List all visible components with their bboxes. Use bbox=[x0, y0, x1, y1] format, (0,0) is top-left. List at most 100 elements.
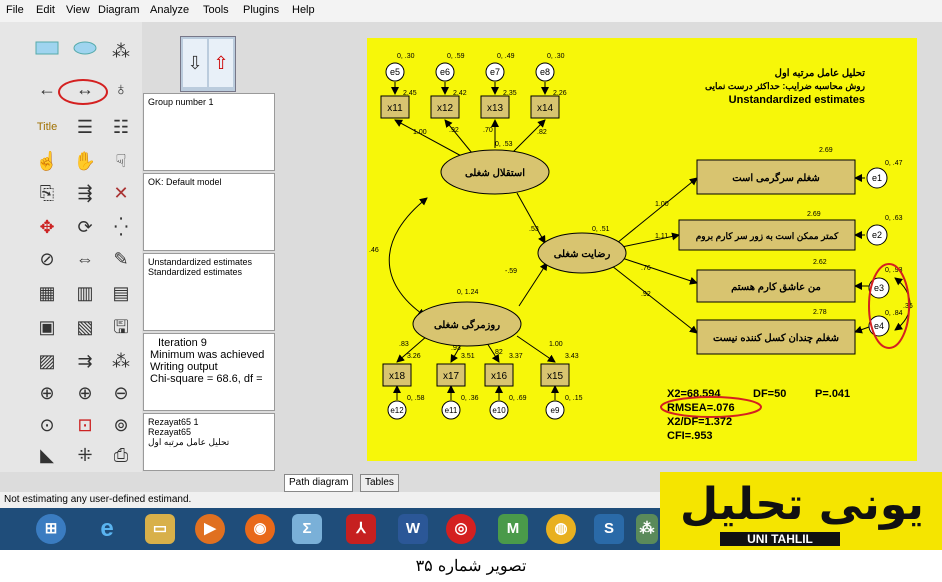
groups-panel[interactable]: Group number 1 bbox=[143, 93, 275, 171]
ie-icon[interactable]: e bbox=[92, 514, 122, 544]
unstandardized-item[interactable]: Unstandardized estimates bbox=[148, 257, 270, 267]
pdf-icon[interactable]: ⅄ bbox=[346, 514, 376, 544]
file-item[interactable]: Rezayat65 bbox=[148, 427, 270, 437]
menu-edit[interactable]: Edit bbox=[36, 4, 55, 16]
menu-tools[interactable]: Tools bbox=[203, 4, 229, 16]
diagram-title-2: روش محاسبه ضرایب: حداکثر درست نمایی bbox=[705, 81, 865, 92]
chrome-icon[interactable]: ◍ bbox=[546, 514, 576, 544]
group-item[interactable]: Group number 1 bbox=[148, 97, 270, 107]
models-panel[interactable]: OK: Default model bbox=[143, 173, 275, 251]
item-r4[interactable]: شغلم چندان کسل کننده نیست bbox=[713, 333, 839, 344]
data-files-icon[interactable]: ▦ bbox=[32, 278, 62, 308]
tab-path-diagram[interactable]: Path diagram bbox=[284, 474, 354, 492]
intercept: 2.42 bbox=[453, 90, 467, 97]
copy-clipboard-icon[interactable]: ▣ bbox=[32, 312, 62, 342]
word-icon[interactable]: W bbox=[398, 514, 428, 544]
item-r2[interactable]: کمتر ممکن است به زور سر کارم بروم bbox=[696, 231, 839, 242]
standardized-item[interactable]: Standardized estimates bbox=[148, 267, 270, 277]
latent-f3[interactable]: رضایت شغلی bbox=[554, 249, 611, 260]
folder-icon[interactable]: ▭ bbox=[145, 514, 175, 544]
menu-analyze[interactable]: Analyze bbox=[150, 4, 189, 16]
erase-icon[interactable]: ✕ bbox=[106, 178, 136, 208]
error-label: e3 bbox=[874, 283, 884, 293]
menu-file[interactable]: File bbox=[6, 4, 24, 16]
drag-properties-icon[interactable]: ⇉ bbox=[70, 346, 100, 376]
spss-icon[interactable]: S bbox=[594, 514, 624, 544]
save-icon[interactable]: 🖫 bbox=[106, 312, 136, 342]
file-item[interactable]: تحلیل عامل مرتبه اول bbox=[148, 437, 270, 448]
view-output-icon[interactable]: ⇧ bbox=[209, 39, 233, 87]
firefox-icon[interactable]: ◉ bbox=[245, 514, 275, 544]
record-icon[interactable]: ◎ bbox=[446, 514, 476, 544]
view-text-icon[interactable]: ▧ bbox=[70, 312, 100, 342]
error-term-icon[interactable]: ♁ bbox=[106, 74, 136, 104]
rectangle-icon[interactable] bbox=[32, 36, 62, 66]
move-icon[interactable]: ⇶ bbox=[70, 178, 100, 208]
latent-f2[interactable]: روزمرگی شغلی bbox=[434, 318, 500, 331]
estimates-panel[interactable]: Unstandardized estimates Standardized es… bbox=[143, 253, 275, 331]
path-coefficient: .53 bbox=[529, 226, 539, 233]
loading: .82 bbox=[537, 129, 547, 136]
item-x18[interactable]: x18 bbox=[389, 371, 406, 382]
model-item[interactable]: OK: Default model bbox=[148, 177, 270, 187]
item-x14[interactable]: x14 bbox=[537, 103, 554, 114]
move-parameter-icon[interactable]: ⊘ bbox=[32, 244, 62, 274]
list-variables-icon[interactable]: ☰ bbox=[70, 112, 100, 142]
touch-up-icon[interactable]: ✎ bbox=[106, 244, 136, 274]
view-input-icon[interactable]: ⇩ bbox=[183, 39, 207, 87]
intercept: 2.69 bbox=[807, 211, 821, 218]
list-data-icon[interactable]: ☷ bbox=[106, 112, 136, 142]
preserve-symmetry-icon[interactable]: ⁂ bbox=[106, 346, 136, 376]
amos-icon[interactable]: ⁂ bbox=[636, 514, 658, 544]
title-icon[interactable]: Title bbox=[32, 112, 62, 142]
item-x13[interactable]: x13 bbox=[487, 103, 504, 114]
item-x15[interactable]: x15 bbox=[547, 371, 564, 382]
deselect-icon[interactable]: ☟ bbox=[106, 146, 136, 176]
menu-help[interactable]: Help bbox=[292, 4, 315, 16]
menu-diagram[interactable]: Diagram bbox=[98, 4, 140, 16]
calculate-icon[interactable]: ▤ bbox=[106, 278, 136, 308]
zoom-page-icon[interactable]: ⊙ bbox=[32, 410, 62, 440]
figure-caption: تصویر شماره ۳۵ bbox=[415, 556, 527, 575]
reflect-icon[interactable]: ⁛ bbox=[106, 212, 136, 242]
menu-plugins[interactable]: Plugins bbox=[243, 4, 279, 16]
print-icon[interactable]: ⎙ bbox=[106, 440, 136, 470]
item-x12[interactable]: x12 bbox=[437, 103, 454, 114]
copy-icon[interactable]: ⎘ bbox=[32, 178, 62, 208]
indicator-icon[interactable]: ⁂ bbox=[106, 36, 136, 66]
minitab-icon[interactable]: M bbox=[498, 514, 528, 544]
error-variance: 0, .15 bbox=[565, 395, 583, 402]
menu-bar: File Edit View Diagram Analyze Tools Plu… bbox=[0, 0, 942, 22]
menu-view[interactable]: View bbox=[66, 4, 90, 16]
start-icon[interactable]: ⊞ bbox=[36, 514, 66, 544]
item-r3[interactable]: من عاشق کارم هستم bbox=[731, 282, 821, 293]
scroll-icon[interactable]: ⇔ bbox=[70, 244, 100, 274]
diagram-canvas[interactable]: e5 e6 e7 e8 0, .30 0, .59 0, .49 0, .30 … bbox=[367, 38, 917, 461]
bayesian-icon[interactable]: ◣ bbox=[32, 440, 62, 470]
toolbox: ⁂ ← ↔ ♁ Title ☰ ☷ ☝ ✋ ☟ ⎘ ⇶ ✕ ✥ ⟳ ⁛ ⊘ ⇔ … bbox=[0, 22, 142, 472]
item-r1[interactable]: شغلم سرگرمی است bbox=[732, 171, 820, 184]
zoom-area-icon[interactable]: ⊕ bbox=[32, 378, 62, 408]
select-one-icon[interactable]: ☝ bbox=[32, 146, 62, 176]
latent-f1[interactable]: استقلال شغلی bbox=[465, 168, 525, 179]
analysis-properties-icon[interactable]: ▥ bbox=[70, 278, 100, 308]
shape-change-icon[interactable]: ✥ bbox=[32, 212, 62, 242]
select-all-icon[interactable]: ✋ bbox=[70, 146, 100, 176]
multiple-group-icon[interactable]: ⁜ bbox=[70, 440, 100, 470]
zoom-in-icon[interactable]: ⊕ bbox=[70, 378, 100, 408]
ellipse-icon[interactable] bbox=[70, 36, 100, 66]
media-icon[interactable]: ▶ bbox=[195, 514, 225, 544]
file-item[interactable]: Rezayat65 1 bbox=[148, 417, 270, 427]
math-icon[interactable]: Σ bbox=[292, 514, 322, 544]
files-panel[interactable]: Rezayat65 1 Rezayat65 تحلیل عامل مرتبه ا… bbox=[143, 413, 275, 471]
fit-to-page-icon[interactable]: ⊡ bbox=[70, 410, 100, 440]
loupe-icon[interactable]: ⊚ bbox=[106, 410, 136, 440]
object-properties-icon[interactable]: ▨ bbox=[32, 346, 62, 376]
item-x11[interactable]: x11 bbox=[387, 103, 403, 114]
log-line: Writing output bbox=[150, 361, 218, 373]
zoom-out-icon[interactable]: ⊖ bbox=[106, 378, 136, 408]
tab-tables[interactable]: Tables bbox=[360, 474, 399, 492]
rotate-icon[interactable]: ⟳ bbox=[70, 212, 100, 242]
item-x16[interactable]: x16 bbox=[491, 371, 508, 382]
item-x17[interactable]: x17 bbox=[443, 371, 460, 382]
